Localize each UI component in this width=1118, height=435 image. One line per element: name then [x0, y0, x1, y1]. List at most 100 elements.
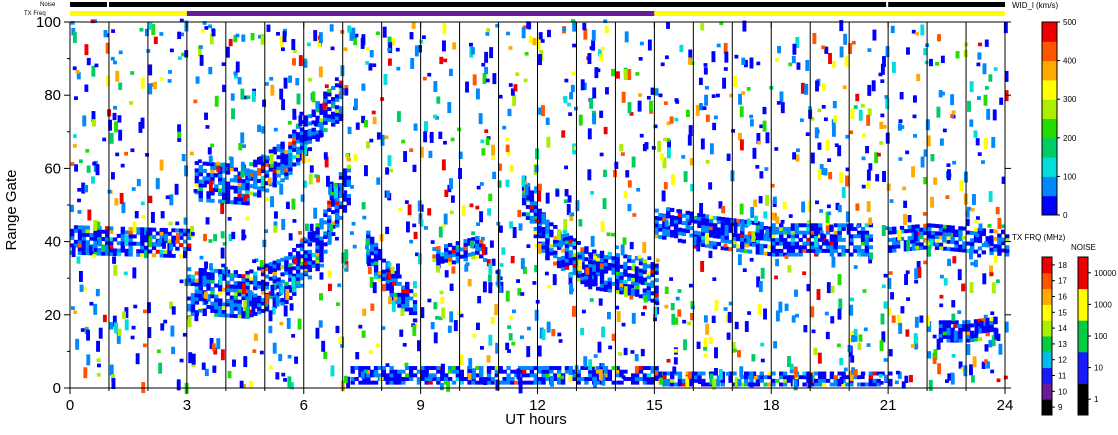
- data-cell: [929, 58, 933, 67]
- data-cell: [759, 243, 764, 248]
- data-cell: [179, 243, 184, 248]
- data-cell: [607, 377, 613, 381]
- data-cell: [517, 209, 522, 218]
- data-cell: [86, 329, 91, 341]
- data-cell: [564, 78, 569, 83]
- data-cell: [276, 262, 281, 267]
- data-cell: [969, 81, 974, 93]
- data-cell: [553, 224, 558, 229]
- data-cell: [611, 68, 616, 77]
- data-cell: [287, 120, 292, 125]
- data-cell: [401, 296, 406, 301]
- data-cell: [743, 382, 749, 387]
- data-cell: [401, 300, 406, 305]
- data-cell: [327, 204, 332, 209]
- data-cell: [486, 28, 491, 32]
- colorbar-swatch: [1042, 118, 1057, 139]
- data-cell: [816, 289, 821, 301]
- data-cell: [268, 365, 273, 370]
- data-cell: [369, 240, 375, 245]
- data-cell: [598, 298, 603, 306]
- data-cell: [210, 165, 215, 170]
- data-cell: [116, 252, 122, 257]
- data-cell: [366, 377, 371, 381]
- data-cell: [270, 284, 275, 296]
- data-cell: [825, 331, 830, 340]
- data-cell: [526, 326, 531, 331]
- data-cell: [327, 207, 332, 212]
- data-cell: [864, 230, 870, 235]
- data-cell: [898, 157, 903, 161]
- data-cell: [319, 272, 324, 280]
- data-cell: [592, 87, 597, 99]
- data-cell: [208, 239, 213, 243]
- data-cell: [508, 46, 513, 50]
- data-cell: [880, 79, 885, 83]
- data-cell: [439, 382, 444, 391]
- data-cell: [90, 19, 95, 24]
- colorbar-tick-label: 15: [1058, 308, 1067, 317]
- data-cell: [331, 210, 336, 215]
- data-cell: [245, 285, 250, 290]
- data-cell: [755, 225, 761, 229]
- data-cell: [954, 320, 959, 325]
- data-cell: [405, 281, 410, 286]
- data-cell: [603, 269, 609, 274]
- data-cell: [677, 216, 683, 221]
- data-cell: [285, 201, 290, 210]
- data-cell: [233, 174, 239, 179]
- data-cell: [995, 279, 1000, 284]
- data-cell: [413, 231, 418, 240]
- data-cell: [664, 55, 669, 60]
- data-cell: [367, 255, 371, 267]
- plot-area: [69, 18, 1010, 394]
- data-cell: [424, 121, 428, 133]
- data-cell: [288, 149, 293, 153]
- data-cell: [818, 382, 823, 387]
- data-cell: [957, 269, 962, 281]
- data-cell: [790, 226, 796, 231]
- data-cell: [307, 253, 313, 258]
- colorbar-swatch: [1042, 60, 1057, 81]
- data-cell: [140, 117, 145, 129]
- data-cell: [647, 256, 652, 260]
- data-cell: [837, 252, 842, 257]
- data-cell: [75, 338, 80, 350]
- data-cell: [276, 155, 281, 160]
- colorbar-swatch: [1042, 176, 1057, 197]
- data-cell: [615, 271, 620, 276]
- data-cell: [365, 238, 370, 246]
- data-cell: [373, 257, 379, 262]
- data-cell: [393, 274, 398, 279]
- data-cell: [81, 243, 87, 248]
- data-cell: [452, 42, 457, 50]
- data-cell: [654, 226, 659, 231]
- data-cell: [946, 228, 951, 233]
- data-cell: [845, 175, 850, 187]
- data-cell: [459, 377, 464, 381]
- data-cell: [674, 117, 679, 122]
- data-cell: [630, 350, 635, 354]
- data-cell: [311, 135, 316, 140]
- data-cell: [313, 122, 318, 127]
- data-cell: [866, 114, 871, 126]
- data-cell: [868, 245, 874, 250]
- txfreq-segment: [186, 11, 655, 16]
- data-cell: [327, 200, 332, 205]
- data-cell: [442, 40, 446, 52]
- data-cell: [607, 262, 613, 267]
- data-cell: [895, 240, 901, 245]
- data-cell: [475, 88, 480, 100]
- data-cell: [556, 369, 562, 374]
- data-cell: [558, 339, 563, 343]
- data-cell: [502, 125, 507, 130]
- data-cell: [284, 161, 289, 166]
- data-cell: [627, 377, 632, 381]
- data-cell: [279, 183, 284, 195]
- data-cell: [198, 282, 203, 287]
- colorbar-width: 0100200300400500: [1041, 18, 1077, 220]
- data-cell: [825, 378, 831, 383]
- data-cell: [677, 227, 683, 232]
- data-cell: [385, 373, 390, 378]
- data-cell: [858, 109, 863, 121]
